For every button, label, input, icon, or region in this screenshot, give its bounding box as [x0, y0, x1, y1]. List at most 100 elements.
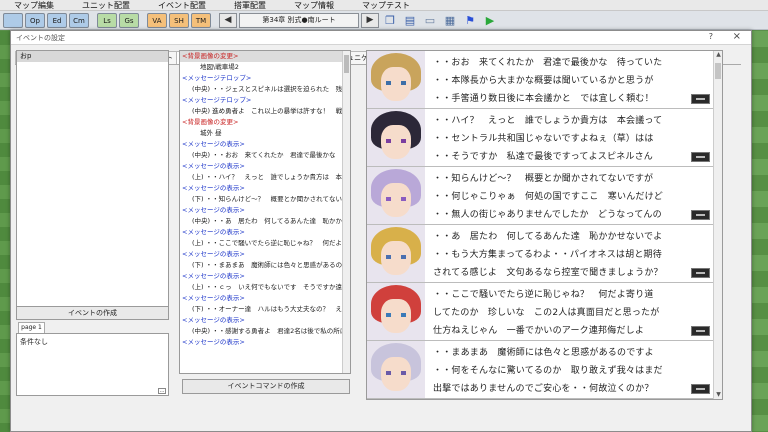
toolbar-button[interactable] — [3, 12, 23, 28]
create-command-button[interactable]: イベントコマンドの作成 — [182, 379, 350, 394]
toolbar-button[interactable]: Gs — [119, 12, 139, 28]
command-row[interactable]: (下) ・・オーナー達 ハルはもう大丈夫なの？ ええっと — [180, 304, 350, 315]
command-row[interactable]: <背景画像の変更> — [180, 51, 350, 62]
portrait-eyes — [386, 81, 406, 85]
window-icon[interactable]: ▭ — [421, 13, 439, 28]
toolbar-button[interactable]: Ls — [97, 12, 117, 28]
message-line: 仕方ねえじゃん 一番でかいのアーク連邦侮だしよ — [433, 326, 645, 336]
command-row[interactable]: (中央) ・・感謝する勇者よ 君達2名は後で私の所に — [180, 326, 350, 337]
command-row[interactable]: 城外 昼 — [180, 128, 350, 139]
portrait-eyes — [386, 255, 406, 259]
command-row[interactable]: (上) ・・ｃっ いえ何でもないです そうですか遠征戦 — [180, 282, 350, 293]
portrait-eyes — [386, 371, 406, 375]
help-button[interactable]: ? — [709, 32, 713, 41]
portrait-eyes — [386, 139, 406, 143]
message-box: ・・ハイ？ えっと 誰でしょうか貴方は 本会議って ・・セントラル共和国じゃないで… — [367, 109, 722, 167]
save-icon[interactable]: ▤ — [401, 13, 419, 28]
continue-icon — [691, 94, 710, 104]
command-row[interactable]: (中央) ・・ジェスとスピネルは選択を迫られた 残り●● — [180, 84, 350, 95]
toolbar-button[interactable]: TM — [191, 12, 211, 28]
continue-icon — [691, 268, 710, 278]
message-line: ・・無人の街じゃありませんでしたか どうなってんの — [433, 210, 662, 220]
image-icon[interactable]: ▦ — [441, 13, 459, 28]
message-line: ・・もう大方集まってるわよ・・パイオネスは胡と期待 — [433, 250, 662, 260]
copy-icon[interactable]: ❐ — [381, 13, 399, 28]
event-list[interactable]: おp — [16, 50, 169, 320]
message-line: ・・手筈通り数日後に本会議かと では宜しく頼む！ — [433, 94, 654, 104]
message-box: ・・知らんけど～？ 概要とか聞かされてないですが ・・何じゃこりゃぁ 何処の国です… — [367, 167, 722, 225]
create-event-button[interactable]: イベントの作成 — [16, 306, 169, 320]
preview-scrollbar[interactable]: ▲ ▼ — [713, 51, 722, 399]
menu-item[interactable]: マップ編集 — [0, 0, 68, 10]
condition-label: 条件なし — [20, 338, 48, 346]
dialog-title: イベントの設定 — [16, 33, 65, 42]
command-row[interactable]: 地図\戦車場2 — [180, 62, 350, 73]
toolbar-button[interactable]: VA — [147, 12, 167, 28]
condition-more-button[interactable]: ... — [158, 388, 166, 394]
menu-item[interactable]: イベント配置 — [144, 0, 220, 10]
dialog-titlebar[interactable]: イベントの設定 ? × — [11, 31, 751, 45]
command-list-scroll-thumb[interactable] — [344, 55, 349, 73]
command-row[interactable]: (下) ・・知らんけど～？ 概要とか聞かされてないですが — [180, 194, 350, 205]
menu-item[interactable]: マップテスト — [348, 0, 424, 10]
toolbar-button[interactable]: Op — [25, 12, 45, 28]
message-box: ・・あ 居たわ 何してるあんた達 恥かかせないでよ ・・もう大方集まってるわよ・・… — [367, 225, 722, 283]
message-line: されてる感じよ 文句あるなら控室で聞きましょうか？ — [433, 268, 663, 278]
command-row[interactable]: (上) ・・ハイ？ えっと 誰でしょうか貴方は 本会議っ — [180, 172, 350, 183]
scroll-down-icon[interactable]: ▼ — [714, 391, 722, 399]
command-row[interactable]: <メッセージの表示> — [180, 293, 350, 304]
menu-item[interactable]: マップ情報 — [280, 0, 348, 10]
command-list-scrollbar[interactable] — [342, 51, 350, 373]
character-portrait — [367, 167, 425, 224]
message-line: ・・本隊長から大まかな概要は聞いているかと思うが — [433, 76, 654, 86]
map-selector[interactable]: 第34章 別式●南ルート — [239, 12, 359, 28]
message-line: ・・何をそんなに驚いてるのか 取り敢えず我々はまだ — [433, 366, 663, 376]
toolbar-button[interactable]: Cm — [69, 12, 89, 28]
character-portrait — [367, 225, 425, 282]
command-row[interactable]: <メッセージの表示> — [180, 315, 350, 326]
page-tab[interactable]: page 1 — [18, 322, 45, 333]
event-command-list[interactable]: <背景画像の変更> 地図\戦車場2 <メッセージテロップ> (中央) ・・ジェスとスピ… — [179, 50, 351, 374]
condition-box[interactable]: 条件なし ... — [16, 333, 169, 396]
command-row[interactable]: <メッセージテロップ> — [180, 73, 350, 84]
command-row[interactable]: <メッセージの表示> — [180, 139, 350, 150]
command-row[interactable]: <メッセージテロップ> — [180, 95, 350, 106]
message-line: ・・そうですか 私達で最後ですってよスピネルさん — [433, 152, 653, 162]
message-text: ・・ハイ？ えっと 誰でしょうか貴方は 本会議って ・・セントラル共和国じゃないで… — [425, 109, 722, 166]
command-row[interactable]: <メッセージの表示> — [180, 205, 350, 216]
toolbar-button[interactable]: SH — [169, 12, 189, 28]
message-line: 出撃ではありませんのでご安心を・・何故泣くのか？ — [433, 384, 654, 394]
command-row[interactable]: <メッセージの表示> — [180, 227, 350, 238]
portrait-eyes — [386, 313, 406, 317]
toolbar-button[interactable]: Ed — [47, 12, 67, 28]
play-icon[interactable]: ▶ — [481, 13, 499, 28]
message-line: ・・何じゃこりゃぁ 何処の国ですここ 寒いんだけど — [433, 192, 664, 202]
close-button[interactable]: × — [733, 31, 741, 42]
command-row[interactable]: (下) ・・まあまあ 魔術師には色々と思惑があるのです — [180, 260, 350, 271]
command-row[interactable]: <メッセージの表示> — [180, 249, 350, 260]
next-map-icon[interactable]: ▶ — [361, 12, 379, 28]
message-line: ・・知らんけど～？ 概要とか聞かされてないですが — [433, 174, 654, 184]
map-canvas-right[interactable] — [751, 31, 768, 432]
command-row[interactable]: (中央) ・・あ 居たわ 何してるあんた達 恥かかせないでよ — [180, 216, 350, 227]
command-row[interactable]: (上) ・・ここで騒いでたら逆に恥じゃね？ 何だよ寄り道 — [180, 238, 350, 249]
flag-icon[interactable]: ⚑ — [461, 13, 479, 28]
continue-icon — [691, 326, 710, 336]
command-row[interactable]: <メッセージの表示> — [180, 271, 350, 282]
command-row[interactable]: (中央) ・・おお 来てくれたか 君達で最後かな 待っ — [180, 150, 350, 161]
message-line: ・・あ 居たわ 何してるあんた達 恥かかせないでよ — [433, 232, 663, 242]
scroll-up-icon[interactable]: ▲ — [714, 51, 722, 59]
command-row[interactable]: <メッセージの表示> — [180, 337, 350, 348]
message-text: ・・知らんけど～？ 概要とか聞かされてないですが ・・何じゃこりゃぁ 何処の国です… — [425, 167, 722, 224]
command-row[interactable]: <メッセージの表示> — [180, 161, 350, 172]
command-row[interactable]: (中央) 進め勇者よ これ以上の暴挙は許すな！ 戦 — [180, 106, 350, 117]
prev-map-icon[interactable]: ◀ — [219, 12, 237, 28]
message-box: ・・ここで騒いでたら逆に恥じゃね？ 何だよ寄り道 してたのか 珍しいな この2人は… — [367, 283, 722, 341]
continue-icon — [691, 384, 710, 394]
command-row[interactable]: <背景画像の変更> — [180, 117, 350, 128]
menu-item[interactable]: ユニット配置 — [68, 0, 144, 10]
preview-scroll-thumb[interactable] — [715, 63, 721, 79]
menu-item[interactable]: 搭軍配置 — [220, 0, 280, 10]
event-list-item[interactable]: おp — [17, 51, 168, 62]
command-row[interactable]: <メッセージの表示> — [180, 183, 350, 194]
